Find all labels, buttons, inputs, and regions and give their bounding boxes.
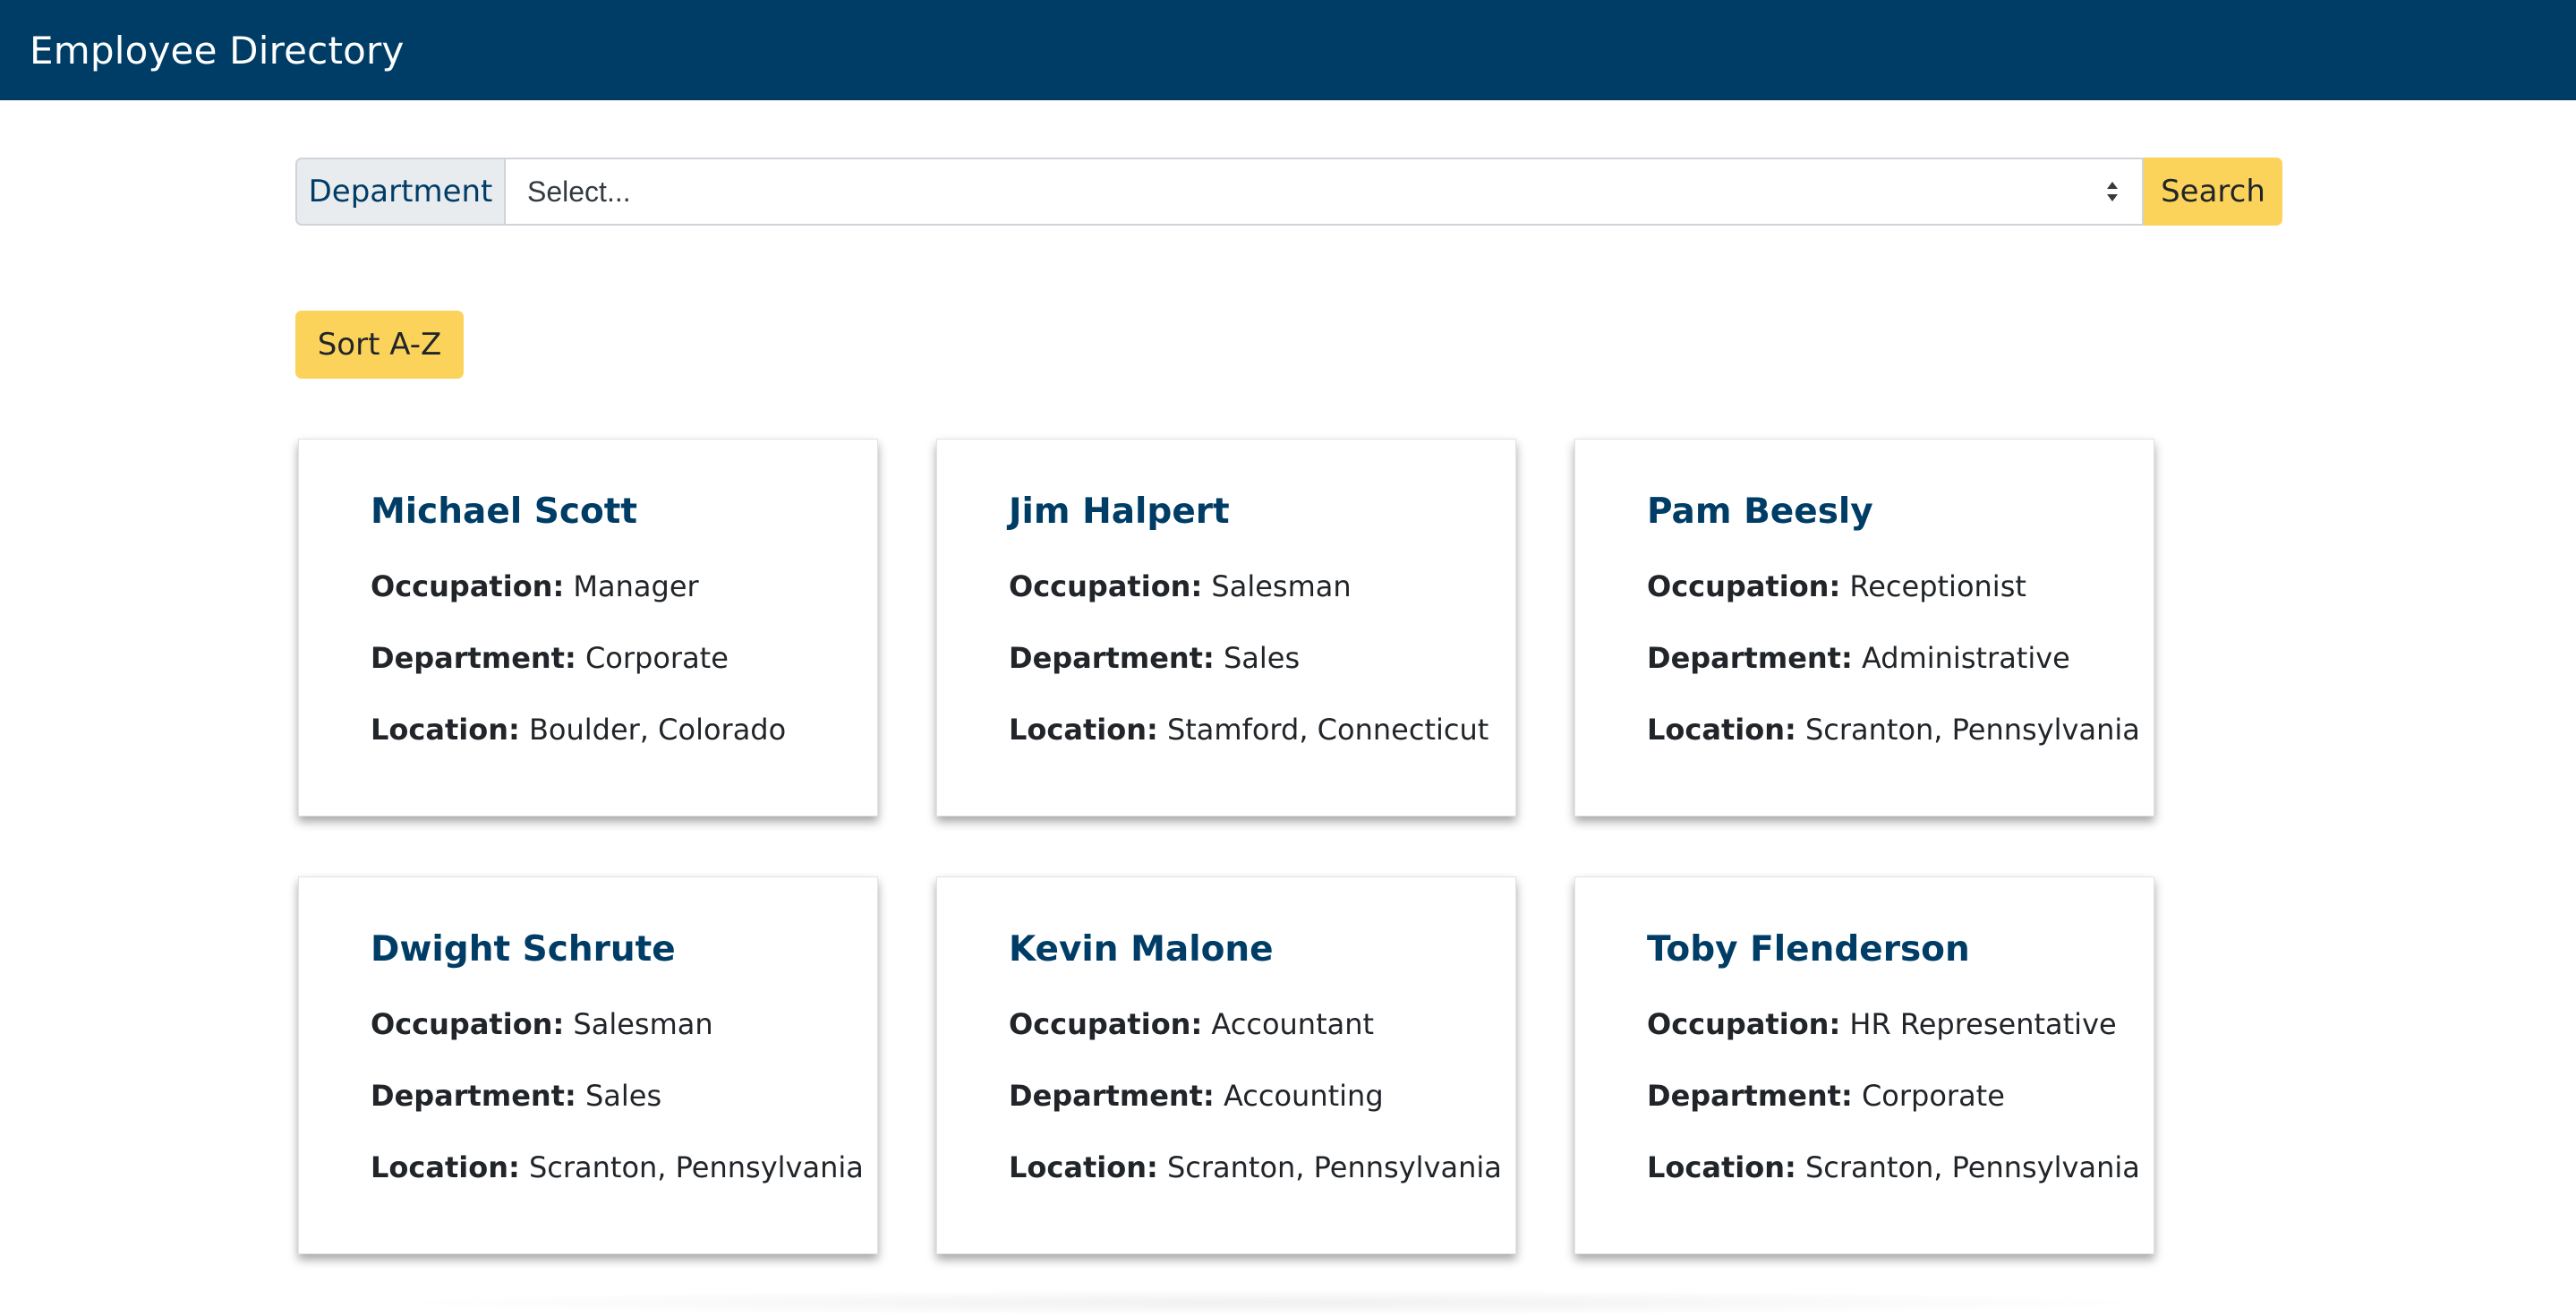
location-value: Scranton, Pennsylvania: [1166, 1150, 1502, 1184]
page-title[interactable]: Employee Directory: [30, 29, 405, 73]
employee-department: Department: Sales: [371, 1078, 877, 1114]
employee-occupation: Occupation: Manager: [371, 568, 877, 604]
employee-occupation: Occupation: Salesman: [371, 1006, 877, 1042]
occupation-value: Salesman: [1211, 569, 1352, 603]
sort-a-z-button[interactable]: Sort A-Z: [295, 311, 464, 379]
occupation-label: Occupation:: [371, 1007, 565, 1041]
location-label: Location:: [1009, 713, 1158, 747]
employee-department: Department: Administrative: [1647, 640, 2154, 676]
location-value: Scranton, Pennsylvania: [1804, 713, 2140, 747]
employee-card: Toby Flenderson Occupation: HR Represent…: [1574, 876, 2154, 1254]
department-label: Department:: [1647, 1079, 1853, 1113]
occupation-value: HR Representative: [1849, 1007, 2117, 1041]
occupation-value: Receptionist: [1849, 569, 2026, 603]
navbar: Employee Directory: [0, 0, 2576, 100]
department-label: Department:: [1647, 641, 1853, 675]
department-value: Sales: [584, 1079, 662, 1113]
employee-department: Department: Corporate: [371, 640, 877, 676]
department-label: Department:: [1009, 641, 1215, 675]
department-filter: Department Select... Search: [295, 158, 2282, 226]
employee-occupation: Occupation: HR Representative: [1647, 1006, 2154, 1042]
select-arrows-icon: [2107, 182, 2118, 201]
employee-name: Kevin Malone: [1009, 929, 1274, 970]
location-value: Scranton, Pennsylvania: [528, 1150, 864, 1184]
department-value: Corporate: [584, 641, 729, 675]
location-label: Location:: [1647, 713, 1796, 747]
employee-occupation: Occupation: Accountant: [1009, 1006, 1515, 1042]
employee-card: Dwight Schrute Occupation: Salesman Depa…: [298, 876, 878, 1254]
department-select[interactable]: Select...: [504, 158, 2144, 226]
location-label: Location:: [371, 1150, 520, 1184]
department-value: Administrative: [1861, 641, 2070, 675]
occupation-value: Accountant: [1211, 1007, 1375, 1041]
employee-name: Pam Beesly: [1647, 491, 1873, 532]
location-label: Location:: [1009, 1150, 1158, 1184]
employee-location: Location: Scranton, Pennsylvania: [1647, 712, 2154, 748]
department-label: Department:: [371, 641, 576, 675]
employee-location: Location: Scranton, Pennsylvania: [1009, 1149, 1515, 1185]
employee-occupation: Occupation: Salesman: [1009, 568, 1515, 604]
employee-name: Toby Flenderson: [1647, 929, 1970, 970]
employee-name: Dwight Schrute: [371, 929, 676, 970]
employee-card: Pam Beesly Occupation: Receptionist Depa…: [1574, 439, 2154, 816]
location-value: Stamford, Connecticut: [1166, 713, 1489, 747]
occupation-label: Occupation:: [1647, 1007, 1841, 1041]
location-label: Location:: [1647, 1150, 1796, 1184]
location-value: Boulder, Colorado: [528, 713, 787, 747]
occupation-label: Occupation:: [371, 569, 565, 603]
occupation-label: Occupation:: [1009, 1007, 1203, 1041]
employee-location: Location: Boulder, Colorado: [371, 712, 877, 748]
occupation-value: Manager: [573, 569, 699, 603]
department-label: Department:: [371, 1079, 576, 1113]
employee-department: Department: Corporate: [1647, 1078, 2154, 1114]
location-value: Scranton, Pennsylvania: [1804, 1150, 2140, 1184]
employee-name: Michael Scott: [371, 491, 638, 532]
employee-card: Jim Halpert Occupation: Salesman Departm…: [936, 439, 1516, 816]
page-bottom-shadow: [376, 1289, 2166, 1316]
department-label: Department:: [1009, 1079, 1215, 1113]
employee-name: Jim Halpert: [1009, 491, 1230, 532]
occupation-label: Occupation:: [1009, 569, 1203, 603]
search-button[interactable]: Search: [2144, 158, 2282, 226]
department-label: Department: [295, 158, 504, 226]
employee-card: Michael Scott Occupation: Manager Depart…: [298, 439, 878, 816]
occupation-label: Occupation:: [1647, 569, 1841, 603]
employee-occupation: Occupation: Receptionist: [1647, 568, 2154, 604]
department-value: Corporate: [1861, 1079, 2005, 1113]
employee-location: Location: Stamford, Connecticut: [1009, 712, 1515, 748]
department-value: Sales: [1223, 641, 1301, 675]
employee-department: Department: Accounting: [1009, 1078, 1515, 1114]
employee-card: Kevin Malone Occupation: Accountant Depa…: [936, 876, 1516, 1254]
department-value: Accounting: [1223, 1079, 1384, 1113]
employee-location: Location: Scranton, Pennsylvania: [1647, 1149, 2154, 1185]
occupation-value: Salesman: [573, 1007, 713, 1041]
employee-department: Department: Sales: [1009, 640, 1515, 676]
employee-location: Location: Scranton, Pennsylvania: [371, 1149, 877, 1185]
location-label: Location:: [371, 713, 520, 747]
department-select-value: Select...: [527, 175, 631, 208]
